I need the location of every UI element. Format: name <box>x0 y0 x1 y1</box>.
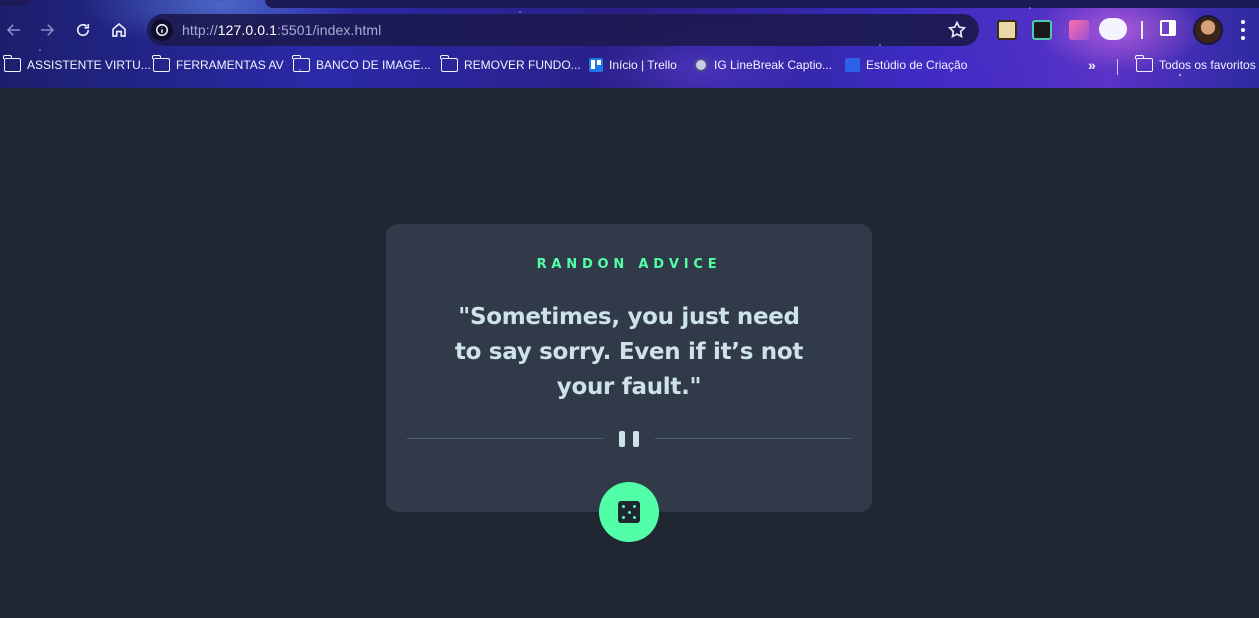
folder-icon <box>1135 55 1153 72</box>
menu-kebab-icon[interactable] <box>1240 20 1246 40</box>
home-icon <box>112 22 126 37</box>
back-button[interactable] <box>0 16 28 44</box>
bookmark-label: Início | Trello <box>609 58 677 72</box>
bookmark-item[interactable]: Início | Trello <box>589 58 677 72</box>
arrow-right-icon <box>41 24 55 36</box>
bookmarks-bar: ASSISTENTE VIRTU... FERRAMENTAS AV BANCO… <box>0 55 1259 79</box>
bookmark-label: BANCO DE IMAGE... <box>316 58 431 72</box>
cloud-extension-icon[interactable] <box>1099 18 1127 40</box>
bookmark-label: Estúdio de Criação <box>866 58 968 72</box>
toolbar-divider <box>1141 21 1143 39</box>
url-path: :5501/index.html <box>277 22 382 38</box>
bookmark-item[interactable]: ASSISTENTE VIRTU... <box>3 55 151 72</box>
site-info-icon[interactable] <box>151 19 173 41</box>
bookmark-item[interactable]: BANCO DE IMAGE... <box>292 55 431 72</box>
bookmark-item[interactable]: Estúdio de Criação <box>845 58 967 72</box>
url-text[interactable]: http://127.0.0.1:5501/index.html <box>182 22 381 38</box>
folder-icon <box>292 55 310 72</box>
dice-icon <box>618 501 640 523</box>
bookmark-item[interactable]: IG LineBreak Captio... <box>694 58 832 72</box>
advice-card: RANDON ADVICE "Sometimes, you just need … <box>386 224 872 512</box>
globe-icon <box>694 58 708 72</box>
pause-icon <box>619 431 639 447</box>
bookmark-label: ASSISTENTE VIRTU... <box>27 58 151 72</box>
bookmarks-divider <box>1117 59 1118 75</box>
all-bookmarks-folder[interactable]: Todos os favoritos <box>1135 55 1256 72</box>
bookmark-label: REMOVER FUNDO... <box>464 58 581 72</box>
trello-icon <box>589 58 603 72</box>
advice-quote: "Sometimes, you just need to say sorry. … <box>454 304 804 400</box>
bookmark-item[interactable]: REMOVER FUNDO... <box>440 55 581 72</box>
tab-active[interactable] <box>265 0 1259 8</box>
home-button[interactable] <box>105 16 133 44</box>
forward-button[interactable] <box>33 16 61 44</box>
folder-icon <box>440 55 458 72</box>
url-prefix: http:// <box>182 22 218 38</box>
divider-line <box>655 438 851 439</box>
bookmark-star-icon[interactable] <box>947 20 967 40</box>
tab-strip <box>0 0 1259 8</box>
url-host: 127.0.0.1 <box>217 22 278 38</box>
all-bookmarks-label: Todos os favoritos <box>1159 58 1256 72</box>
divider-line <box>407 438 603 439</box>
reload-icon <box>76 23 90 37</box>
address-bar[interactable]: http://127.0.0.1:5501/index.html <box>147 14 979 46</box>
studio-icon <box>845 58 860 72</box>
extension-icon[interactable] <box>997 20 1017 40</box>
new-advice-button[interactable] <box>599 482 659 542</box>
more-bookmarks-button[interactable]: » <box>1088 57 1096 73</box>
bookmark-label: IG LineBreak Captio... <box>714 58 833 72</box>
bookmark-label: FERRAMENTAS AV <box>176 58 284 72</box>
extension-icon[interactable] <box>1032 20 1052 40</box>
browser-chrome: http://127.0.0.1:5501/index.html ASSISTE… <box>0 0 1259 88</box>
side-panel-icon[interactable] <box>1160 20 1176 36</box>
extension-icon[interactable] <box>1069 20 1089 40</box>
tab-inactive[interactable] <box>0 0 30 6</box>
profile-avatar[interactable] <box>1193 15 1223 45</box>
reload-button[interactable] <box>69 16 97 44</box>
folder-icon <box>3 55 21 72</box>
arrow-left-icon <box>6 24 20 36</box>
advice-title: RANDON ADVICE <box>536 257 722 272</box>
toolbar: http://127.0.0.1:5501/index.html <box>0 12 1259 48</box>
bookmark-item[interactable]: FERRAMENTAS AV <box>152 55 284 72</box>
folder-icon <box>152 55 170 72</box>
